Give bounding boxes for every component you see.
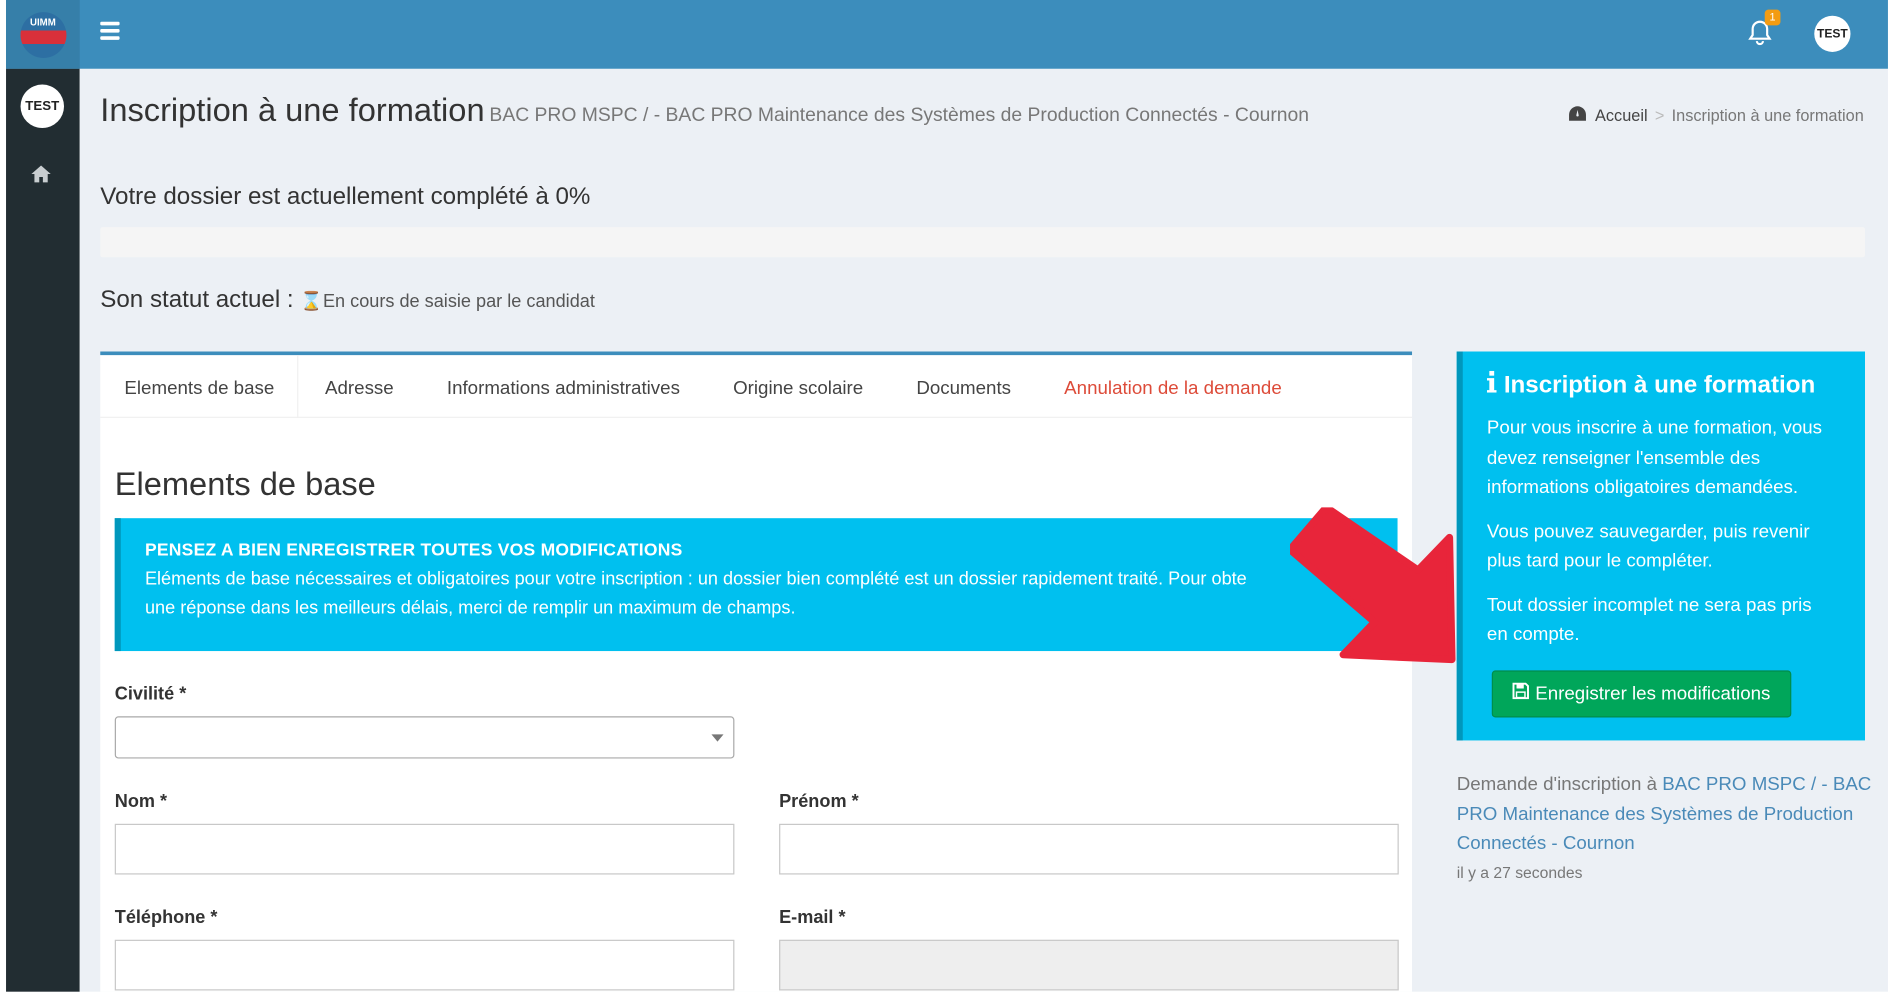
annotation-arrow-icon xyxy=(1290,507,1456,664)
request-info: Demande d'inscription à BAC PRO MSPC / -… xyxy=(1457,771,1874,860)
dashboard-icon xyxy=(1568,105,1587,126)
progress-bar xyxy=(100,227,1865,258)
info-box-title-text: Inscription à une formation xyxy=(1503,371,1816,399)
email-label: E-mail * xyxy=(779,907,846,928)
breadcrumb-separator: > xyxy=(1654,106,1665,125)
status-value: ⌛En cours de saisie par le candidat xyxy=(300,291,595,312)
status-value-text: En cours de saisie par le candidat xyxy=(322,291,595,312)
chevron-down-icon xyxy=(711,734,724,742)
status-line: Son statut actuel : ⌛En cours de saisie … xyxy=(100,286,595,314)
info-box-paragraph-1: Pour vous inscrire à une formation, vous… xyxy=(1486,417,1823,498)
tab-elements-de-base[interactable]: Elements de base xyxy=(100,355,299,418)
info-box: Inscription à une formation Pour vous in… xyxy=(1456,351,1865,741)
callout-title: PENSEZ A BIEN ENREGISTRER TOUTES VOS MOD… xyxy=(144,541,683,561)
civilite-select[interactable] xyxy=(114,716,735,759)
breadcrumb: Accueil > Inscription à une formation xyxy=(1568,105,1864,126)
info-box-paragraph-2: Vous pouvez sauvegarder, puis revenir pl… xyxy=(1486,521,1810,572)
tab-adresse[interactable]: Adresse xyxy=(298,355,420,418)
hourglass-icon: ⌛ xyxy=(300,291,323,312)
breadcrumb-home-link[interactable]: Accueil xyxy=(1595,106,1648,124)
callout-text-line-2: une réponse dans les meilleurs délais, m… xyxy=(144,597,796,619)
prenom-input[interactable] xyxy=(779,823,1399,875)
email-input xyxy=(779,939,1399,991)
page-title-text: Inscription à une formation xyxy=(100,91,485,129)
notification-badge: 1 xyxy=(1764,9,1781,26)
page-subtitle: BAC PRO MSPC / - BAC PRO Maintenance des… xyxy=(489,105,1310,126)
nom-label: Nom * xyxy=(114,791,168,812)
info-box-title: Inscription à une formation xyxy=(1486,370,1836,400)
callout-text: Eléments de base nécessaires et obligato… xyxy=(145,565,1373,623)
breadcrumb-current: Inscription à une formation xyxy=(1671,106,1864,125)
tab-annulation[interactable]: Annulation de la demande xyxy=(1038,355,1309,418)
user-avatar[interactable]: TEST xyxy=(1814,15,1851,52)
save-button[interactable]: Enregistrer les modifications xyxy=(1491,670,1791,718)
tab-origine-scolaire[interactable]: Origine scolaire xyxy=(707,355,890,418)
sidebar xyxy=(6,68,80,992)
sidebar-avatar[interactable]: TEST xyxy=(20,84,65,129)
tab-documents[interactable]: Documents xyxy=(890,355,1038,418)
logo-icon: UIMM xyxy=(19,11,66,58)
logo-text: UIMM xyxy=(29,16,56,28)
home-icon[interactable] xyxy=(30,164,52,183)
telephone-label: Téléphone * xyxy=(114,907,218,928)
prenom-label: Prénom * xyxy=(779,791,859,812)
info-box-paragraph-3: Tout dossier incomplet ne sera pas pris … xyxy=(1486,594,1812,646)
form-box: Elements de base Adresse Informations ad… xyxy=(100,351,1413,992)
save-button-label: Enregistrer les modifications xyxy=(1535,683,1771,705)
save-reminder-callout: PENSEZ A BIEN ENREGISTRER TOUTES VOS MOD… xyxy=(114,518,1398,652)
progress-text: Votre dossier est actuellement complété … xyxy=(100,183,591,211)
page-title: Inscription à une formation BAC PRO MSPC … xyxy=(100,92,1309,129)
request-prefix: Demande d'inscription à xyxy=(1456,774,1658,795)
request-time: il y a 27 secondes xyxy=(1456,863,1583,882)
info-icon xyxy=(1486,370,1497,400)
telephone-input[interactable] xyxy=(114,939,735,991)
section-title: Elements de base xyxy=(114,466,376,503)
brand-logo[interactable]: UIMM xyxy=(6,0,80,69)
tab-bar: Elements de base Adresse Informations ad… xyxy=(100,355,1413,418)
civilite-label: Civilité * xyxy=(114,683,187,705)
callout-text-line-1: Eléments de base nécessaires et obligato… xyxy=(144,568,1247,590)
top-navbar xyxy=(6,0,1888,69)
nom-input[interactable] xyxy=(114,823,735,875)
status-label: Son statut actuel : xyxy=(100,286,294,313)
menu-toggle-icon[interactable] xyxy=(100,21,120,41)
floppy-disk-icon xyxy=(1512,672,1529,717)
tab-informations-administratives[interactable]: Informations administratives xyxy=(420,355,706,418)
